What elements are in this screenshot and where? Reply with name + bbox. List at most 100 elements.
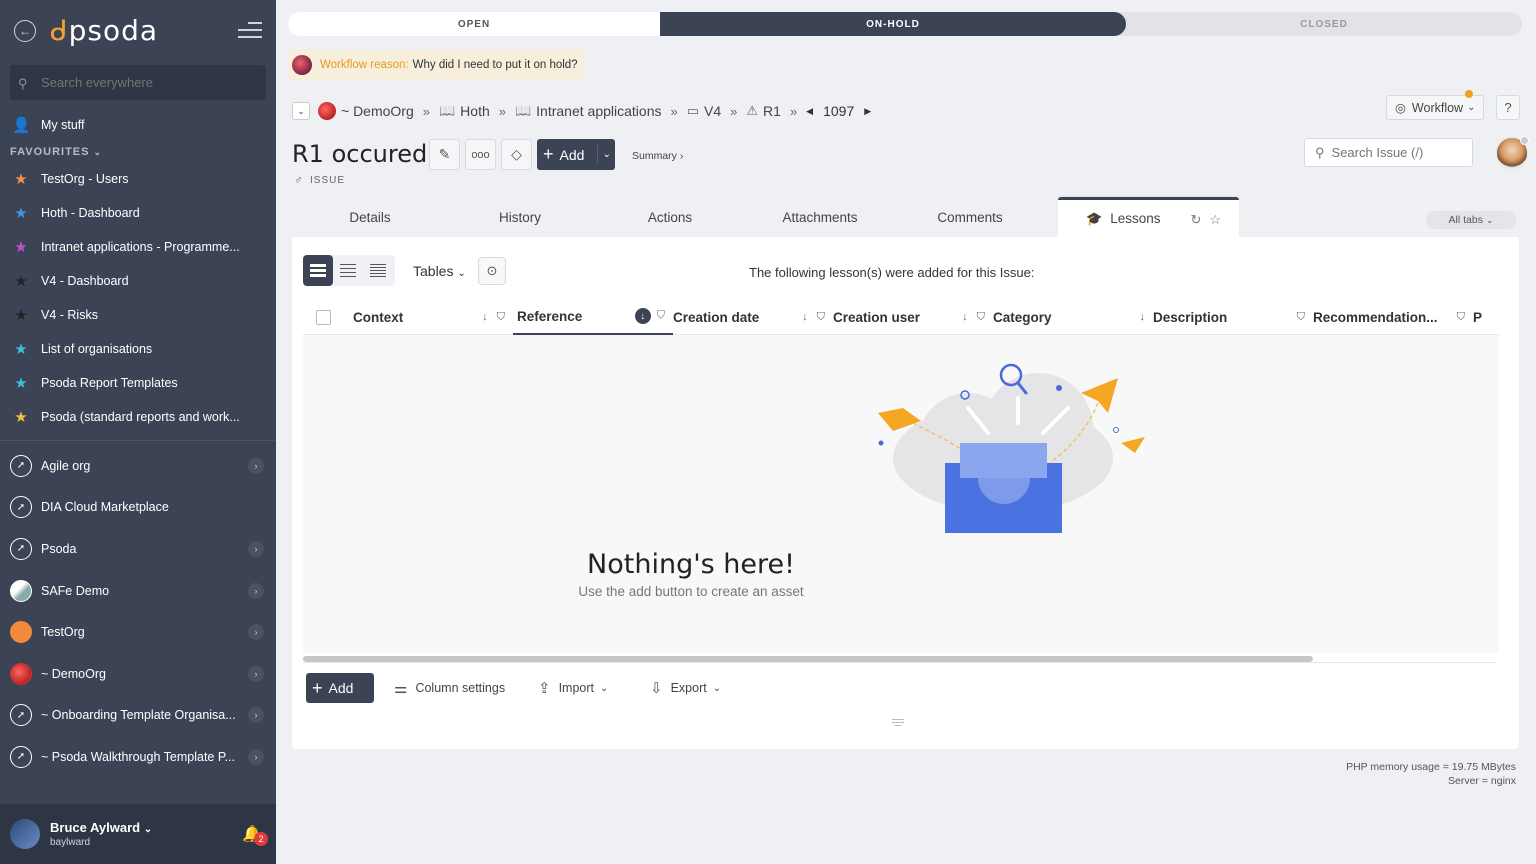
org-item[interactable]: TestOrg › — [0, 611, 276, 653]
page-title: R1 occured — [292, 140, 428, 168]
org-item[interactable]: ➚ ~ Onboarding Template Organisa... › — [0, 695, 276, 737]
tab-details[interactable]: Details — [295, 197, 445, 237]
logo[interactable]: ᑯpsoda — [50, 14, 158, 47]
column-header[interactable]: Creation date ↓ ⛉ — [673, 300, 833, 335]
import-button[interactable]: ⇪ Import ⌄ — [538, 679, 608, 697]
tab-history[interactable]: History — [445, 197, 595, 237]
tables-dropdown[interactable]: Tables ⌄ — [413, 263, 466, 279]
sort-icon[interactable]: ↓ — [1140, 311, 1146, 323]
sort-filter-icons[interactable]: ↓ ⛉ — [802, 311, 825, 324]
column-header[interactable]: Reference ↓ ⛉ — [513, 300, 673, 335]
favourite-item[interactable]: ★ V4 - Risks — [0, 298, 276, 332]
tab-lessons[interactable]: 🎓 Lessons ↻☆ — [1058, 197, 1239, 237]
edit-button[interactable]: ✎ — [429, 139, 460, 170]
download-icon: ⇩ — [650, 680, 663, 697]
user-name[interactable]: Bruce Aylward ⌄ — [50, 820, 152, 835]
favourite-item[interactable]: ★ Hoth - Dashboard — [0, 196, 276, 230]
favourites-heading[interactable]: FAVOURITES ⌄ — [0, 142, 276, 162]
empty-state-subtitle: Use the add button to create an asset — [578, 584, 804, 599]
column-header[interactable]: Description ⛉ — [1153, 300, 1313, 335]
column-header[interactable]: Creation user ↓ ⛉ — [833, 300, 993, 335]
upload-icon: ⇪ — [538, 680, 551, 697]
favourite-item[interactable]: ★ V4 - Dashboard — [0, 264, 276, 298]
help-button[interactable]: ? — [1496, 95, 1520, 120]
workflow-button[interactable]: ◎ Workflow ⌄ — [1386, 90, 1485, 120]
sidebar-search[interactable]: ⚲ — [10, 65, 266, 100]
reason-label: Workflow reason: — [320, 59, 409, 71]
breadcrumb-dropdown-icon[interactable]: ⌄ — [292, 102, 310, 120]
column-header[interactable]: P — [1473, 300, 1488, 335]
column-header[interactable]: Category ↓ — [993, 300, 1153, 335]
favourite-item[interactable]: ★ List of organisations — [0, 332, 276, 366]
filter-icon[interactable]: ⛉ — [1457, 311, 1465, 324]
chevron-right-icon[interactable]: › — [248, 457, 264, 474]
tag-button[interactable]: ◇ — [501, 139, 532, 170]
tab-comments[interactable]: Comments — [895, 197, 1045, 237]
add-button[interactable]: + Add ⌄ — [537, 139, 615, 170]
view-compact-button[interactable] — [333, 255, 363, 286]
favourite-item[interactable]: ★ Psoda Report Templates — [0, 366, 276, 400]
back-icon[interactable]: ← — [14, 20, 36, 42]
avatar[interactable] — [10, 819, 40, 849]
download-button[interactable]: ⊙ — [478, 257, 506, 285]
workflow-alert-dot — [1465, 90, 1474, 98]
tab-attachments[interactable]: Attachments — [745, 197, 895, 237]
search-issue-input[interactable] — [1331, 145, 1462, 160]
breadcrumb-item[interactable]: Hoth — [460, 103, 490, 119]
sparkle-dot — [878, 440, 884, 446]
sort-filter-icons[interactable]: ↓ ⛉ — [962, 311, 985, 324]
previous-arrow-icon[interactable]: ◀ — [806, 106, 813, 117]
search-issue[interactable]: ⚲ — [1304, 138, 1473, 167]
breadcrumb-item[interactable]: V4 — [704, 103, 721, 119]
column-header[interactable]: Context ↓ ⛉ — [353, 300, 513, 335]
view-comfortable-button[interactable] — [303, 255, 333, 286]
chevron-right-icon[interactable]: › — [248, 707, 264, 724]
view-dense-button[interactable] — [363, 255, 393, 286]
sort-filter-icons[interactable]: ↓ ⛉ — [482, 311, 505, 324]
refresh-icon[interactable]: ↻ — [1190, 212, 1209, 227]
resize-grip-icon[interactable] — [892, 717, 904, 728]
star-icon: ★ — [14, 375, 28, 392]
stage-open[interactable]: OPEN — [288, 12, 660, 36]
favourite-item[interactable]: ★ Intranet applications - Programme... — [0, 230, 276, 264]
breadcrumb-org[interactable]: ~ DemoOrg — [341, 103, 414, 119]
org-item[interactable]: ➚ ~ Psoda Walkthrough Template P... › — [0, 736, 276, 778]
more-button[interactable]: ooo — [465, 139, 496, 170]
sidebar-item-my-stuff[interactable]: 👤 My stuff — [0, 108, 276, 142]
column-label: Reference — [517, 308, 583, 324]
favourite-label: V4 - Dashboard — [41, 274, 129, 288]
user-panel[interactable]: Bruce Aylward ⌄ baylward 🔔 2 — [0, 804, 276, 864]
search-icon: ⚲ — [18, 75, 28, 91]
add-lesson-button[interactable]: + Add — [306, 673, 374, 703]
next-arrow-icon[interactable]: ▶ — [864, 106, 871, 117]
filter-icon[interactable]: ⛉ — [1297, 311, 1305, 324]
breadcrumb-item[interactable]: R1 — [763, 103, 781, 119]
export-button[interactable]: ⇩ Export ⌄ — [650, 679, 721, 697]
org-item[interactable]: ➚ DIA Cloud Marketplace — [0, 487, 276, 529]
favourite-item[interactable]: ★ TestOrg - Users — [0, 162, 276, 196]
stage-closed[interactable]: CLOSED — [1126, 12, 1522, 36]
star-outline-icon[interactable]: ☆ — [1209, 212, 1229, 227]
notifications-bell-icon[interactable]: 🔔 2 — [242, 824, 268, 846]
sort-filter-icons[interactable]: ↓ ⛉ — [634, 308, 665, 324]
tab-actions[interactable]: Actions — [595, 197, 745, 237]
org-item[interactable]: ~ DemoOrg › — [0, 653, 276, 695]
avatar[interactable] — [1495, 136, 1529, 170]
chevron-right-icon[interactable]: › — [248, 624, 264, 641]
select-all-checkbox[interactable] — [316, 309, 331, 325]
stage-on-hold[interactable]: ON-HOLD — [660, 12, 1126, 36]
column-header[interactable]: Recommendation... ⛉ — [1313, 300, 1473, 335]
column-settings-button[interactable]: ⚌ Column settings — [394, 679, 505, 697]
breadcrumb-item[interactable]: Intranet applications — [536, 103, 661, 119]
chevron-down-icon[interactable]: ⌄ — [596, 145, 611, 163]
sidebar-search-input[interactable] — [41, 75, 241, 90]
org-label: DIA Cloud Marketplace — [41, 500, 169, 515]
org-item[interactable]: ➚ Agile org › — [0, 445, 276, 487]
all-tabs-button[interactable]: All tabs ⌄ — [1426, 211, 1516, 229]
chevron-right-icon[interactable]: › — [248, 665, 264, 682]
collapse-menu-icon[interactable] — [238, 22, 262, 38]
favourite-item[interactable]: ★ Psoda (standard reports and work... — [0, 400, 276, 434]
chevron-right-icon[interactable]: › — [248, 748, 264, 765]
tab-lessons-label: Lessons — [1110, 211, 1161, 226]
summary-link[interactable]: Summary › — [632, 150, 683, 162]
